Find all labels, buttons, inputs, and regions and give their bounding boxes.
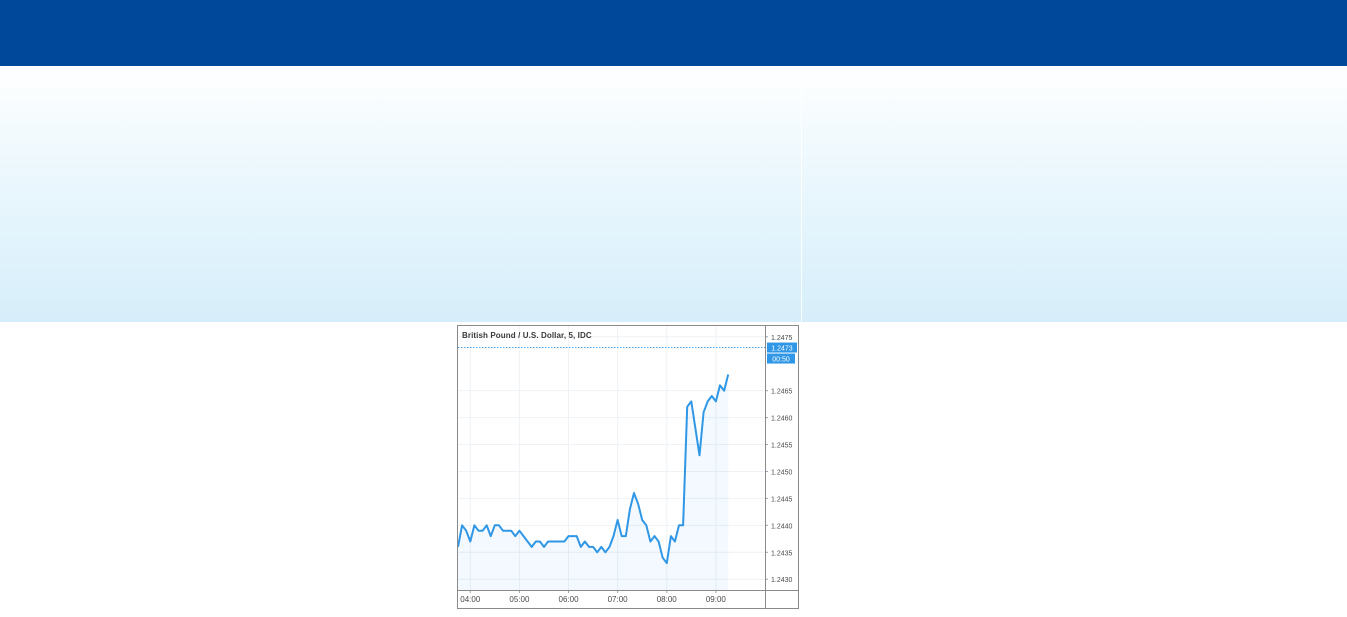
chart-badges: 1.2473 00:50: [458, 342, 797, 364]
x-tick-label: 07:00: [608, 595, 629, 604]
y-tick-label: 1.2440: [771, 523, 793, 530]
countdown-label: 00:50: [772, 357, 790, 364]
price-chart: 04:00 05:00 06:00 07:00 08:00 09:00 1.2430 1.24…: [457, 325, 799, 609]
x-tick-label: 04:00: [460, 595, 481, 604]
y-tick-label: 1.2445: [771, 496, 793, 503]
y-tick-label: 1.2435: [771, 550, 793, 557]
y-tick-label: 1.2430: [771, 577, 793, 584]
y-tick-label: 1.2450: [771, 469, 793, 476]
y-tick-label: 1.2475: [771, 335, 793, 342]
chart-title: British Pound / U.S. Dollar, 5, IDC: [462, 331, 592, 340]
top-banner: [0, 0, 1347, 66]
x-tick-label: 08:00: [657, 595, 678, 604]
chart-canvas: 04:00 05:00 06:00 07:00 08:00 09:00 1.2430 1.24…: [458, 326, 798, 608]
last-price-label: 1.2473: [771, 346, 793, 353]
x-tick-label: 09:00: [706, 595, 727, 604]
y-tick-label: 1.2465: [771, 389, 793, 396]
y-tick-label: 1.2455: [771, 443, 793, 450]
hero-panel: [0, 66, 1347, 322]
x-tick-label: 06:00: [559, 595, 580, 604]
x-tick-label: 05:00: [509, 595, 530, 604]
hero-divider: [801, 66, 802, 322]
y-tick-label: 1.2460: [771, 416, 793, 423]
